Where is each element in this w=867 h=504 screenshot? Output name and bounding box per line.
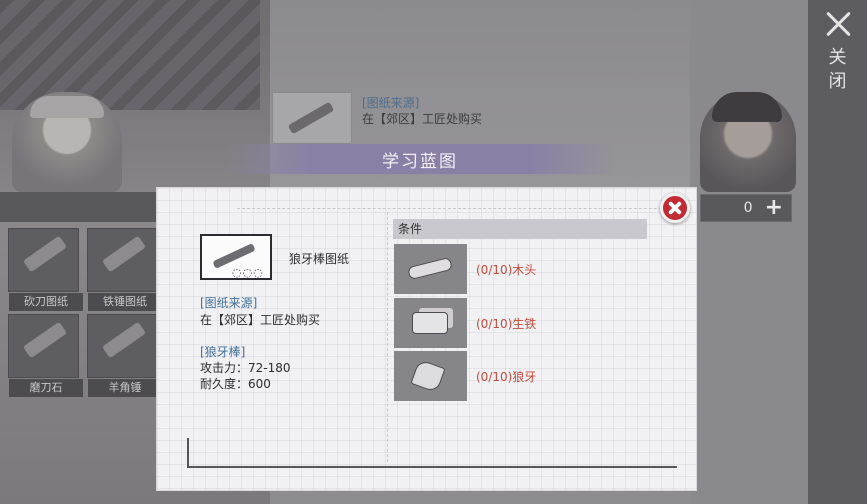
wood-icon [407,256,453,281]
background-blueprint-card [272,92,352,144]
modal-title: 学习蓝图 [382,151,458,172]
item-name-label: [狼牙棒] [200,345,246,359]
condition-row: (0/10)狼牙 [394,351,648,401]
player-portrait [700,92,796,192]
conditions-header: 条件 [393,219,647,239]
condition-row: (0/10)木头 [394,244,648,294]
background-right-panel [690,0,808,504]
craftsman-portrait [12,92,122,192]
blueprint-slot[interactable]: 砍刀图纸 [8,228,83,311]
background-source-label: [图纸来源] [362,96,420,110]
add-coin-button[interactable]: + [765,197,783,219]
coin-counter: 0 + [700,194,792,222]
background-slot-row: 砍刀图纸 铁锤图纸 [8,228,162,311]
coin-value: 0 [743,200,753,216]
divider [387,212,388,462]
item-slot[interactable]: 羊角锤 [87,314,162,397]
hammer-icon [101,235,147,273]
frame-line [187,438,189,468]
whetstone-icon [22,321,68,359]
material-slot [394,244,467,294]
close-sidebar[interactable]: 关闭 [808,0,867,504]
blueprint-slot[interactable]: 铁锤图纸 [87,228,162,311]
slot-label: 磨刀石 [9,379,83,397]
fang-icon [410,358,446,394]
condition-row: (0/10)生铁 [394,298,648,348]
source-label: [图纸来源] [200,296,258,310]
slot-label: 砍刀图纸 [9,293,83,311]
material-slot [394,351,467,401]
close-label[interactable]: 关闭 [828,46,848,94]
modal-title-bar: 学习蓝图 [224,144,616,174]
item-slot[interactable]: 磨刀石 [8,314,83,397]
close-icon[interactable] [822,8,854,40]
machete-icon [22,235,68,273]
frame-line [187,466,677,468]
blueprint-name: 狼牙棒图纸 [289,252,350,266]
background-slot-row: 磨刀石 羊角锤 [8,314,162,397]
slot-label: 铁锤图纸 [88,293,162,311]
condition-text: (0/10)生铁 [476,317,537,331]
background-band [0,192,160,222]
player-hair [712,92,782,122]
material-slot [394,298,467,348]
background-source-text: 在【郊区】工匠处购买 [362,112,483,126]
modal-close-button[interactable] [660,193,690,223]
durability-stat: 耐久度：600 [200,377,271,391]
attack-stat: 攻击力：72-180 [200,361,291,375]
condition-text: (0/10)木头 [476,263,537,277]
blueprint-icon-marks: ◌◌◌ [232,266,264,279]
blueprint-icon: ◌◌◌ [200,234,272,280]
machete-icon [287,101,335,135]
source-text: 在【郊区】工匠处购买 [200,313,321,327]
craftsman-bandana [30,96,104,118]
background-poster [0,0,260,110]
iron-icon [412,312,448,334]
condition-text: (0/10)狼牙 [476,370,537,384]
slot-label: 羊角锤 [88,379,162,397]
claw-hammer-icon [101,321,147,359]
divider [237,208,677,209]
